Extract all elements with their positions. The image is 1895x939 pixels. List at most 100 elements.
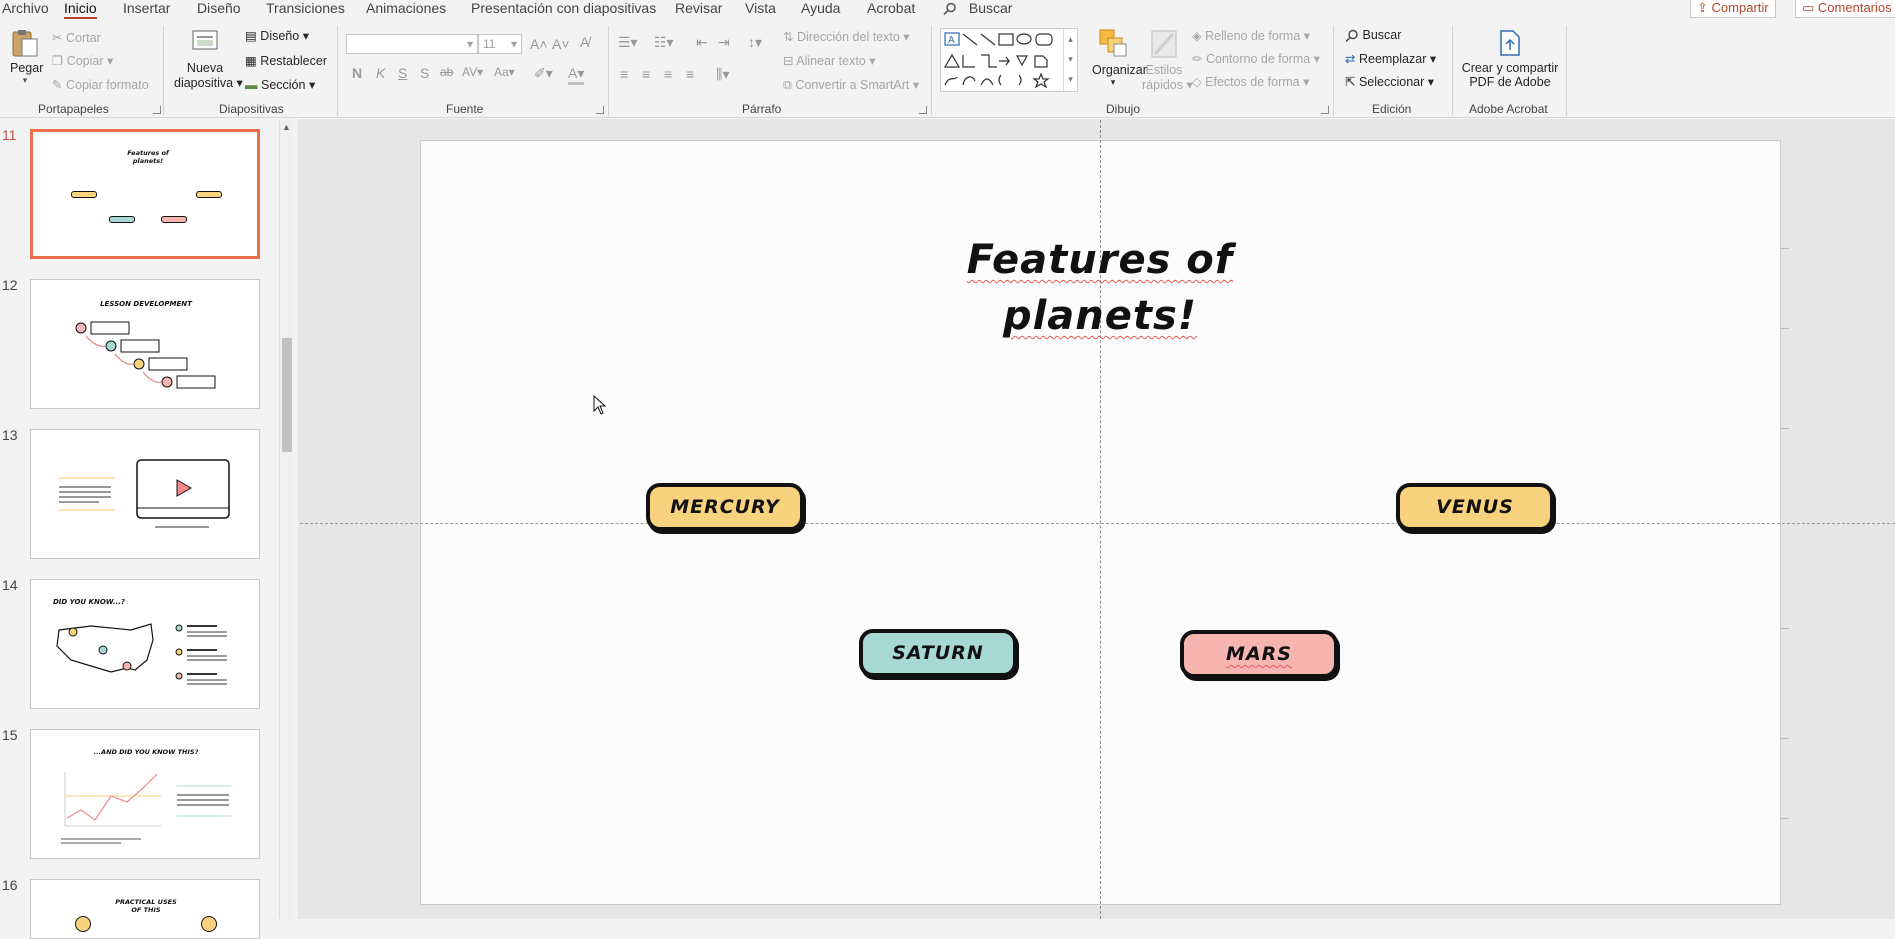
grow-font-icon[interactable]: A˄ [530,36,548,52]
font-size-input[interactable]: 11 ▾ [478,34,522,54]
strikethrough-icon[interactable]: ab [440,65,453,79]
columns-icon[interactable]: ⫼▾ [716,66,729,83]
decrease-indent-icon[interactable]: ⇤ [696,34,708,51]
arrange-button[interactable]: Organizar ▾ [1092,28,1147,88]
slide-thumbnail-14[interactable]: DID YOU KNOW...? [30,579,260,709]
gallery-scroll-icon[interactable]: ▴ ▾ ▾ [1063,29,1077,91]
shape-outline-button[interactable]: ✏ Contorno de forma ▾ [1192,51,1320,66]
mouse-pointer-icon [593,395,607,415]
slide-thumbnail-13[interactable] [30,429,260,559]
thumb-pill [71,191,97,198]
search-icon [1345,29,1358,42]
quick-styles-button[interactable]: Estilos rápidos ▾ [1142,28,1193,92]
thumb-map [56,623,227,685]
italic-icon[interactable]: K [376,65,385,81]
shapes-gallery[interactable]: A ▴ ▾ ▾ [940,28,1078,92]
new-slide-label-1: Nueva [186,61,224,75]
quick-styles-icon [1151,30,1177,58]
drawing-launcher-icon[interactable] [1321,106,1329,114]
create-pdf-button[interactable]: Crear y compartir PDF de Adobe [1460,28,1560,89]
pdf-share-icon [1500,30,1520,56]
shape-fill-button[interactable]: ◈ Relleno de forma ▾ [1192,28,1310,43]
format-painter-button[interactable]: ✎ Copiar formato [52,77,149,92]
tab-animaciones[interactable]: Animaciones [366,0,446,16]
slide-thumbnail-15[interactable]: ...AND DID YOU KNOW THIS? [30,729,260,859]
align-right-icon[interactable]: ≡ [664,66,672,82]
slide-number: 11 [2,127,17,143]
tab-revisar[interactable]: Revisar [675,0,722,16]
share-button[interactable]: ⇪ Compartir [1690,0,1776,18]
slide-thumbnail-12[interactable]: LESSON DEVELOPMENT [30,279,260,409]
smartart-button[interactable]: ⧉ Convertir a SmartArt ▾ [783,77,919,93]
mercury-pill[interactable]: MERCURY [646,483,804,531]
change-case-icon[interactable]: Aa▾ [494,65,515,79]
slide-title[interactable]: Features of planets! [900,232,1300,344]
select-button[interactable]: ⇱ Seleccionar ▾ [1345,74,1434,89]
tab-transiciones[interactable]: Transiciones [266,0,345,16]
shrink-font-icon[interactable]: A˅ [552,36,570,52]
slide-thumbnail-11[interactable]: Features of planets! [30,129,260,259]
text-direction-label: Dirección del texto [796,30,900,44]
line-spacing-icon[interactable]: ↕▾ [748,34,762,51]
font-color-icon[interactable]: A▾ [568,65,585,85]
justify-icon[interactable]: ≡ [686,66,694,82]
scrollbar-thumb[interactable] [282,338,292,452]
paste-button[interactable]: Pegar ▾ [10,28,43,86]
replace-button[interactable]: ⇄ Reemplazar ▾ [1345,51,1436,66]
separator [337,26,338,116]
tell-me-search[interactable]: Buscar [943,0,1012,16]
tab-diseno[interactable]: Diseño [197,0,241,16]
scroll-up-icon[interactable]: ▲ [282,122,291,132]
new-slide-button[interactable]: Nueva diapositiva ▾ [174,28,243,90]
venus-pill[interactable]: VENUS [1396,483,1554,531]
align-text-button[interactable]: ⊟ Alinear texto ▾ [783,53,876,68]
tab-archivo[interactable]: Archivo [2,0,49,16]
numbering-icon[interactable]: ☷▾ [654,34,674,51]
layout-button[interactable]: ▤ Diseño ▾ [245,28,309,43]
clipboard-launcher-icon[interactable] [153,106,161,114]
underline-icon[interactable]: S [398,65,407,81]
shadow-icon[interactable]: S [420,65,429,81]
arrange-icon [1099,29,1127,57]
paragraph-launcher-icon[interactable] [919,106,927,114]
comments-button[interactable]: ▭ Comentarios [1795,0,1895,18]
font-name-input[interactable]: ▾ [346,34,478,54]
font-launcher-icon[interactable] [596,106,604,114]
horizontal-guide[interactable] [300,523,1895,524]
copy-button[interactable]: ❐ Copiar ▾ [52,53,113,68]
acrobat-group-label: Adobe Acrobat [1469,102,1548,116]
section-button[interactable]: ▬ Sección ▾ [245,77,315,92]
clear-format-icon[interactable]: A̸ [580,34,589,50]
tab-acrobat[interactable]: Acrobat [867,0,915,16]
separator [1452,26,1453,116]
quick-styles-label-2: rápidos ▾ [1142,78,1193,92]
tab-presentacion[interactable]: Presentación con diapositivas [471,0,656,16]
thumb-video [59,459,230,528]
increase-indent-icon[interactable]: ⇥ [718,34,730,51]
slide-title-line-1: Features of [966,237,1234,283]
slides-panel-scrollbar[interactable]: ▲ [279,120,293,919]
section-icon: ▬ [245,78,258,92]
cut-button[interactable]: ✂ Cortar [52,30,101,45]
thumb-pill [161,216,187,223]
text-direction-button[interactable]: ⇅ Dirección del texto ▾ [783,29,910,44]
char-spacing-icon[interactable]: AV▾ [462,65,483,79]
tab-inicio[interactable]: Inicio [64,0,97,19]
align-center-icon[interactable]: ≡ [642,66,650,82]
cursor-select-icon: ⇱ [1345,75,1356,89]
slide-number: 14 [2,577,18,593]
slide-thumbnail-16[interactable]: PRACTICAL USES OF THIS [30,879,260,939]
shape-effects-button[interactable]: ◇ Efectos de forma ▾ [1192,74,1309,89]
tab-insertar[interactable]: Insertar [123,0,170,16]
saturn-pill[interactable]: SATURN [859,629,1017,677]
mars-pill[interactable]: MARS [1180,630,1338,678]
find-button[interactable]: Buscar [1345,28,1401,43]
tab-vista[interactable]: Vista [745,0,776,16]
bullets-icon[interactable]: ☰▾ [618,34,638,51]
align-left-icon[interactable]: ≡ [620,66,628,82]
paste-dropdown-icon[interactable]: ▾ [10,75,40,86]
bold-icon[interactable]: N [352,65,362,81]
reset-button[interactable]: ▦ Restablecer [245,53,327,68]
tab-ayuda[interactable]: Ayuda [801,0,840,16]
highlight-icon[interactable]: ✐▾ [534,65,553,82]
